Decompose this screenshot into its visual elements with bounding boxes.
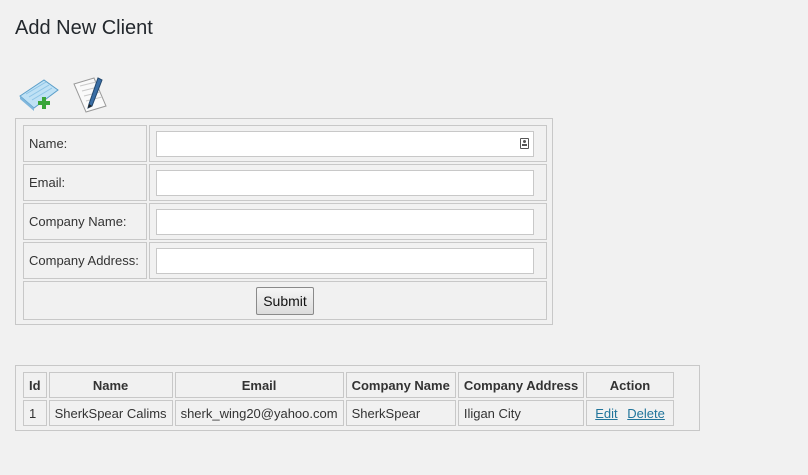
table-row: 1 SherkSpear Calims sherk_wing20@yahoo.c… (23, 400, 674, 426)
cell-name: SherkSpear Calims (48, 400, 173, 426)
col-header-action: Action (586, 372, 674, 398)
cell-email: sherk_wing20@yahoo.com (174, 400, 344, 426)
form-row-email: Email: (23, 164, 547, 201)
company-name-label: Company Name: (23, 203, 147, 240)
delete-link[interactable]: Delete (627, 406, 665, 421)
cell-id: 1 (23, 400, 47, 426)
add-client-form: Name: Email: Company Name: Company Addre… (15, 118, 553, 325)
email-label: Email: (23, 164, 147, 201)
col-header-email: Email (174, 372, 344, 398)
name-label: Name: (23, 125, 147, 162)
form-table: Name: Email: Company Name: Company Addre… (21, 123, 549, 322)
table-header-row: Id Name Email Company Name Company Addre… (23, 372, 674, 398)
edit-link[interactable]: Edit (595, 406, 617, 421)
form-row-submit: Submit (23, 281, 547, 320)
submit-button[interactable]: Submit (256, 286, 314, 315)
client-list: Id Name Email Company Name Company Addre… (15, 365, 700, 431)
cell-company-address: Iligan City (457, 400, 585, 426)
col-header-company-name: Company Name (345, 372, 456, 398)
name-input[interactable] (156, 130, 534, 157)
company-address-label: Company Address: (23, 242, 147, 279)
company-address-input[interactable] (156, 247, 534, 274)
form-row-company-address: Company Address: (23, 242, 547, 279)
email-input[interactable] (156, 169, 534, 196)
add-note-icon[interactable] (16, 76, 62, 119)
col-header-company-address: Company Address (457, 372, 585, 398)
col-header-name: Name (48, 372, 173, 398)
client-table: Id Name Email Company Name Company Addre… (21, 370, 676, 428)
edit-note-icon[interactable] (68, 76, 112, 119)
cell-action: Edit Delete (586, 400, 674, 426)
col-header-id: Id (23, 372, 47, 398)
contact-card-icon[interactable] (520, 137, 529, 149)
cell-company-name: SherkSpear (345, 400, 456, 426)
company-name-input[interactable] (156, 208, 534, 235)
form-row-company-name: Company Name: (23, 203, 547, 240)
form-row-name: Name: (23, 125, 547, 162)
page-title: Add New Client (15, 17, 153, 39)
